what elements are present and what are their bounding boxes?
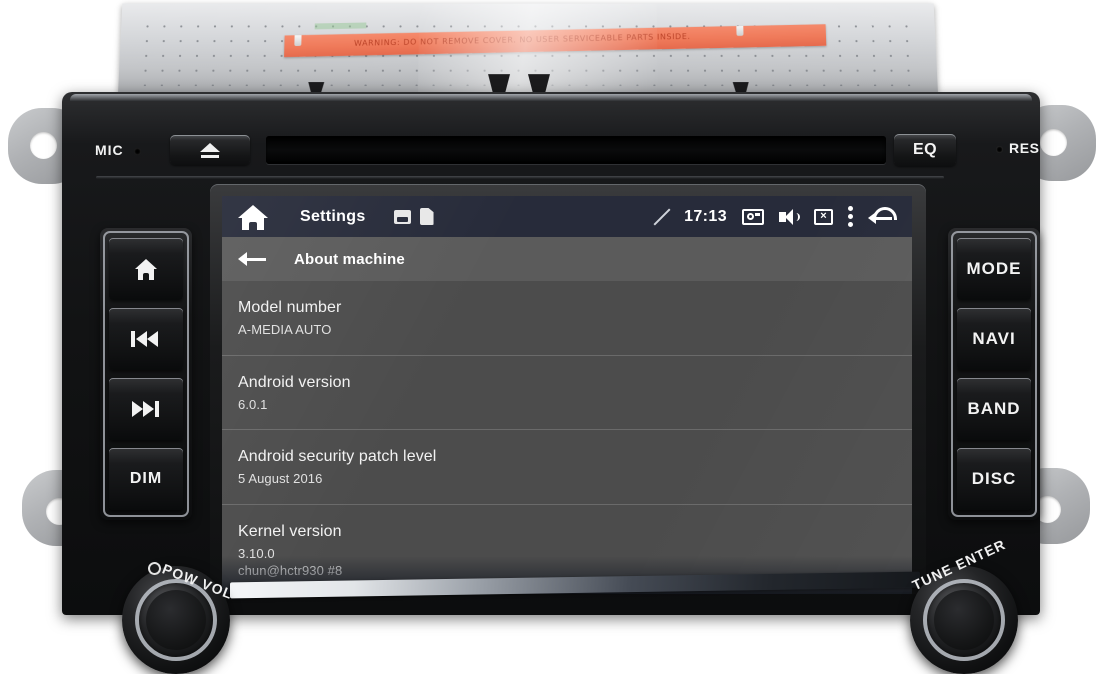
next-track-icon xyxy=(131,401,161,417)
knob-face xyxy=(146,590,206,650)
list-item-title: Kernel version xyxy=(238,522,342,540)
eject-icon xyxy=(200,142,220,158)
disc-slot[interactable] xyxy=(266,136,886,164)
usb-icon xyxy=(393,209,411,224)
list-item-value: A-MEDIA AUTO xyxy=(238,321,912,339)
list-item-value-line: 3.10.0 xyxy=(238,545,275,561)
home-icon xyxy=(135,258,157,280)
page-title: About machine xyxy=(294,250,405,268)
about-machine-list: Model number A-MEDIA AUTO Android versio… xyxy=(222,281,912,594)
android-status-bar: Settings 17:13 × xyxy=(222,196,912,237)
eject-button[interactable] xyxy=(170,135,250,165)
bracket-hole xyxy=(30,132,57,159)
bezel-ridge xyxy=(96,176,944,179)
chassis-marking-left xyxy=(314,22,367,30)
list-item-title: Model number xyxy=(238,299,342,316)
eq-button[interactable]: EQ xyxy=(894,134,956,166)
home-button[interactable] xyxy=(109,238,183,300)
dim-button[interactable]: DIM xyxy=(109,448,183,510)
right-button-pod: MODE NAVI BAND DISC xyxy=(948,228,1040,520)
knob-face xyxy=(934,590,994,650)
next-track-button[interactable] xyxy=(109,378,183,440)
left-button-pod: DIM xyxy=(100,228,192,520)
back-button[interactable] xyxy=(238,249,268,269)
res-label: RES xyxy=(1009,140,1040,156)
list-item[interactable]: Model number A-MEDIA AUTO xyxy=(222,281,912,356)
label-screw-right xyxy=(736,24,744,36)
list-item-title: Android version xyxy=(238,373,351,391)
chassis-top: WARNING: DO NOT REMOVE COVER. NO USER SE… xyxy=(118,3,938,94)
list-item-title: Android security patch level xyxy=(238,448,437,466)
touchscreen-display[interactable]: Settings 17:13 × About machine Model num… xyxy=(222,196,912,594)
list-item-value: 5 August 2016 xyxy=(238,470,912,488)
action-bar: About machine xyxy=(222,237,912,281)
mic-label: MIC xyxy=(95,142,124,158)
previous-track-button[interactable] xyxy=(109,308,183,370)
list-item[interactable]: Android version 6.0.1 xyxy=(222,356,912,431)
label-screw-left xyxy=(294,33,302,47)
back-arrow-icon[interactable] xyxy=(868,206,898,227)
device-photo: WARNING: DO NOT REMOVE COVER. NO USER SE… xyxy=(0,0,1100,674)
reset-hole[interactable] xyxy=(996,146,1003,153)
close-screen-icon[interactable]: × xyxy=(814,208,833,225)
navi-button[interactable]: NAVI xyxy=(957,308,1031,370)
list-item[interactable]: Android security patch level 5 August 20… xyxy=(222,430,912,505)
storage-icons xyxy=(393,208,434,225)
mic-hole xyxy=(134,148,141,155)
no-signal-icon xyxy=(652,208,671,226)
status-icons: 17:13 × xyxy=(652,206,898,227)
band-button[interactable]: BAND xyxy=(957,378,1031,440)
list-item-value-line: 5 August 2016 xyxy=(238,471,323,487)
list-item-value-line: 6.0.1 xyxy=(238,396,268,412)
disc-button[interactable]: DISC xyxy=(957,448,1031,510)
list-item-value: 6.0.1 xyxy=(238,396,912,414)
mode-button[interactable]: MODE xyxy=(957,238,1031,300)
overflow-menu-icon[interactable] xyxy=(848,206,853,227)
app-title: Settings xyxy=(300,207,366,225)
faceplate-highlight xyxy=(70,94,1032,101)
camera-icon[interactable] xyxy=(742,208,764,225)
home-icon[interactable] xyxy=(238,204,268,230)
clock: 17:13 xyxy=(684,207,727,225)
bracket-hole xyxy=(1040,129,1067,156)
previous-track-icon xyxy=(131,331,161,347)
list-item-value-line: A-MEDIA AUTO xyxy=(238,322,332,337)
volume-icon[interactable] xyxy=(779,208,800,225)
sd-card-icon xyxy=(419,208,434,225)
